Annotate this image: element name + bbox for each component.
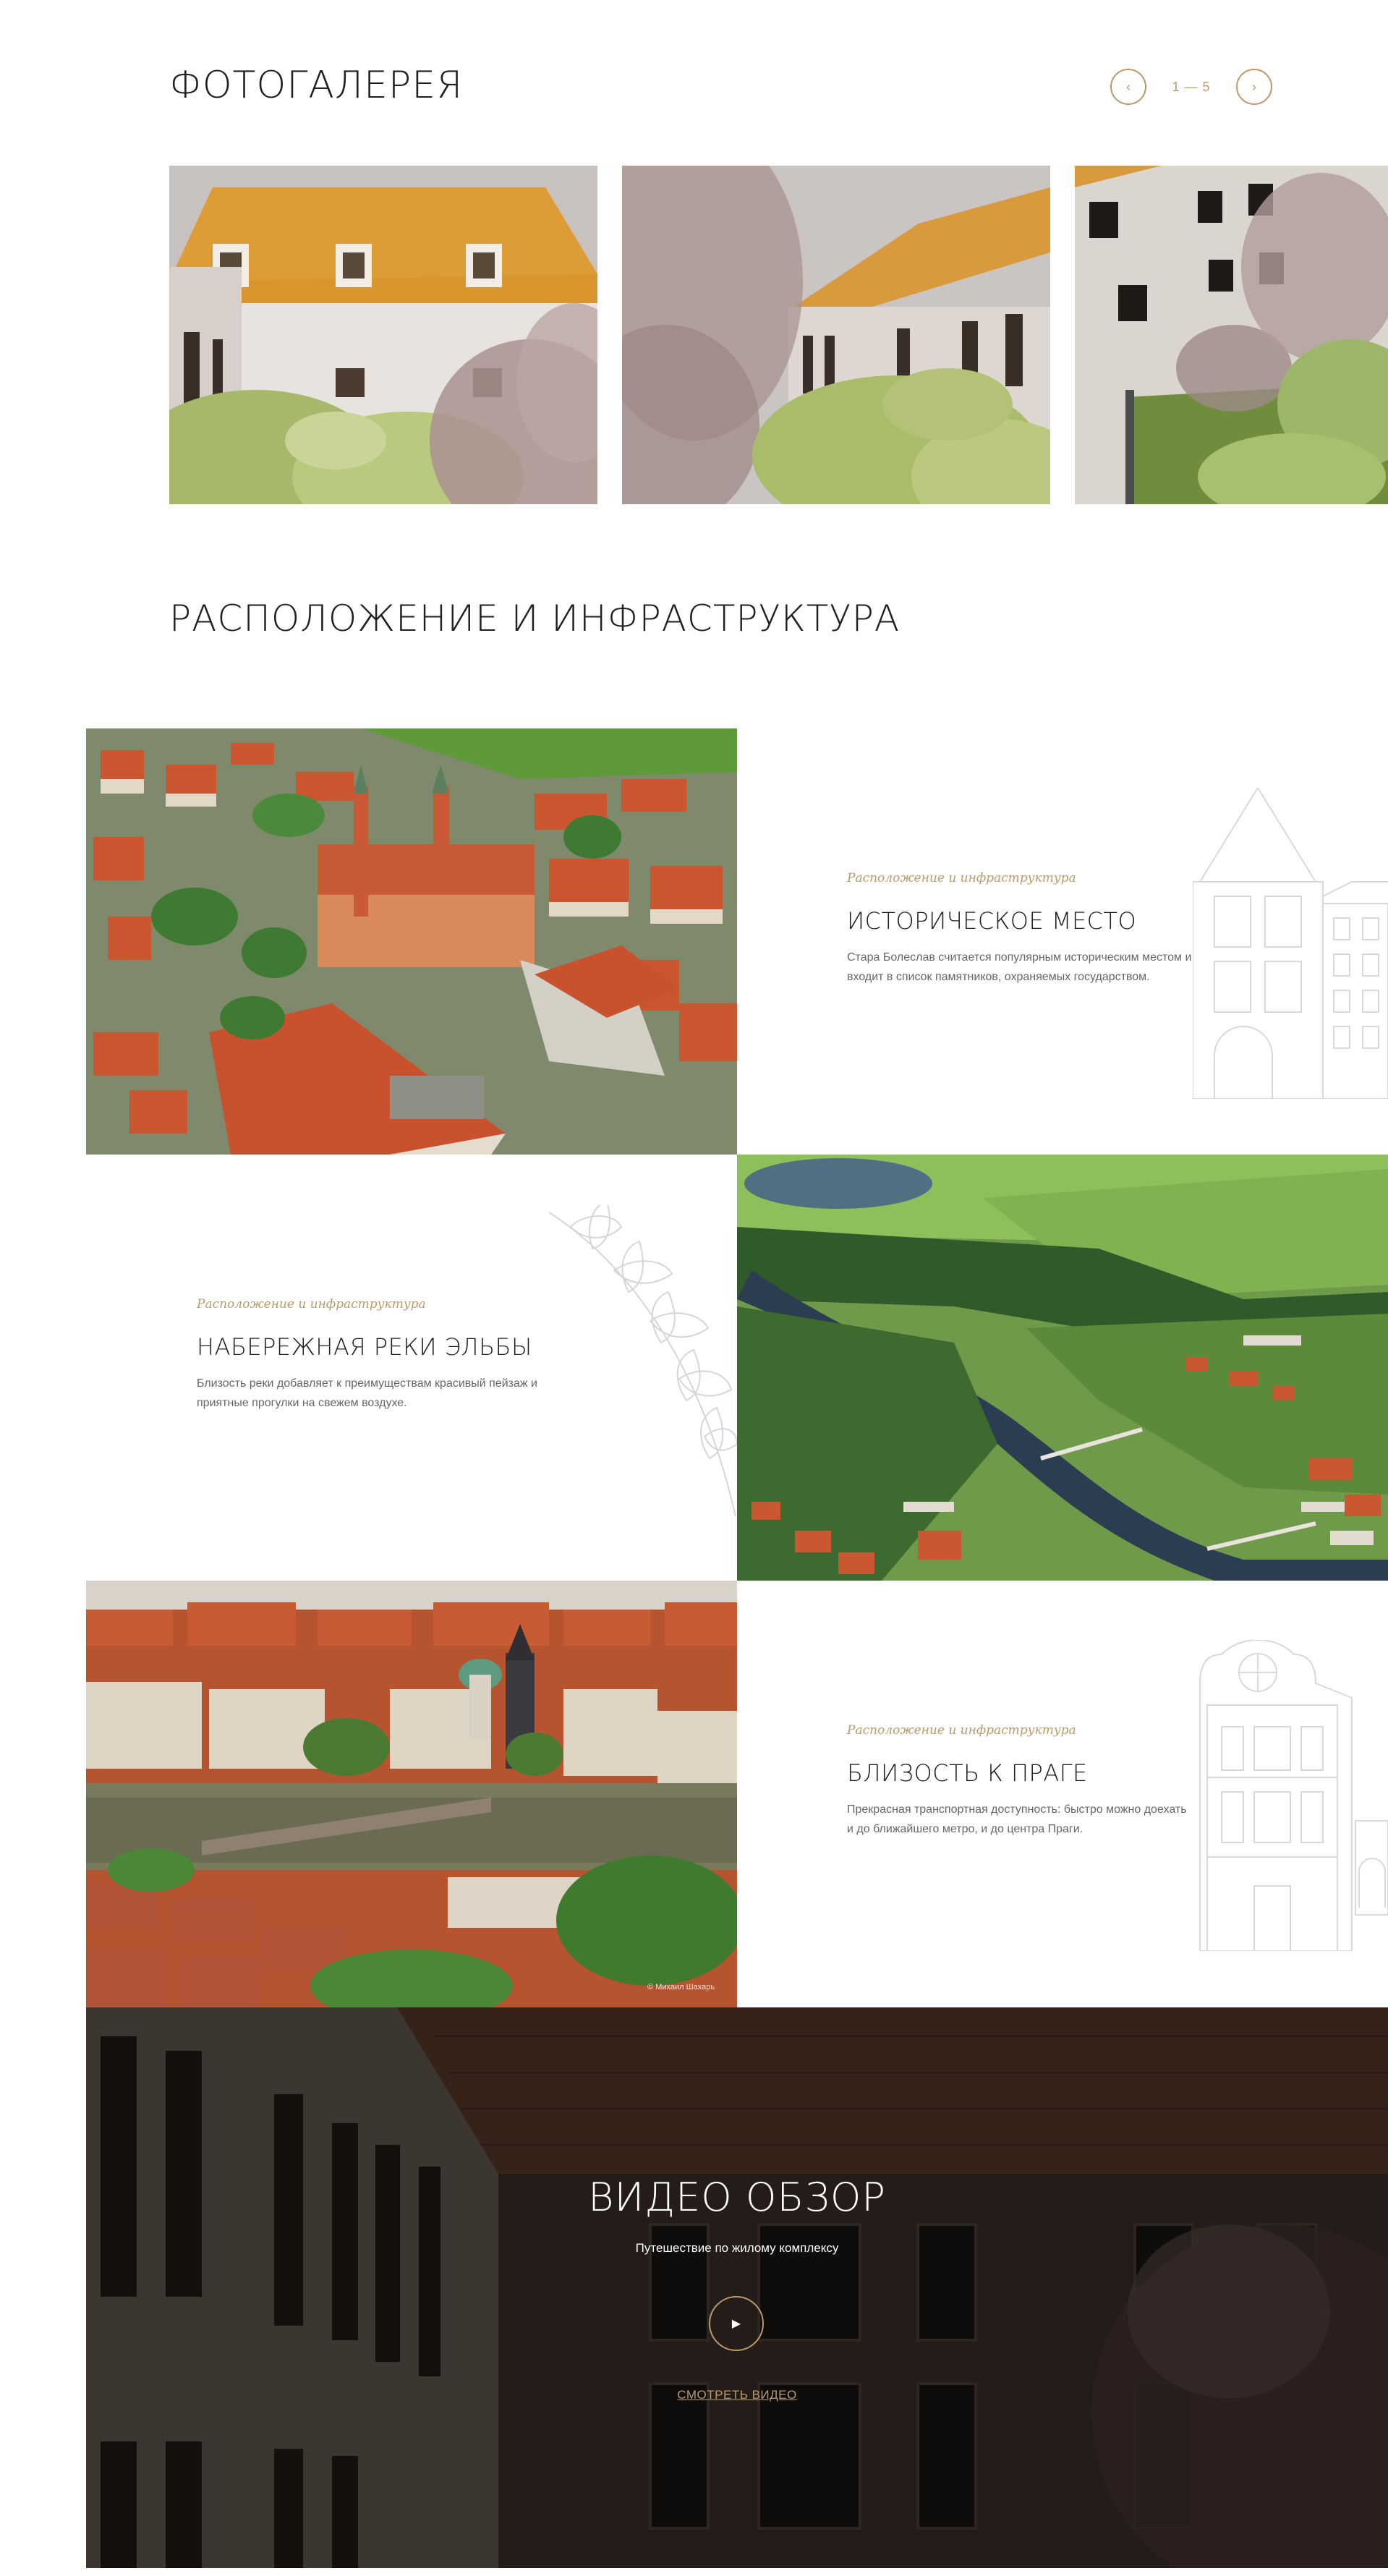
historic-place-photo bbox=[86, 728, 737, 1155]
chevron-right-icon: › bbox=[1252, 79, 1256, 94]
play-button[interactable]: ▶ bbox=[709, 2296, 764, 2351]
photo-credit: © Михаил Шахарь bbox=[647, 1983, 715, 1991]
card-text-line-1: Стара Болеслав считается популярным исто… bbox=[847, 951, 1192, 964]
card-text-line-1: Прекрасная транспортная доступность: быс… bbox=[847, 1803, 1187, 1816]
facade-sketch-decoration bbox=[1199, 1640, 1388, 1951]
card-title: НАБЕРЕЖНАЯ РЕКИ ЭЛЬБЫ bbox=[197, 1333, 532, 1361]
gallery-pager: ‹ 1 — 5 › bbox=[1110, 67, 1272, 107]
gallery-photo-2[interactable] bbox=[622, 166, 1050, 504]
watch-video-link[interactable]: СМОТРЕТЬ ВИДЕО bbox=[86, 2388, 1388, 2402]
card-title: БЛИЗОСТЬ К ПРАГЕ bbox=[847, 1759, 1088, 1787]
elbe-river-photo bbox=[737, 1155, 1388, 1581]
card-title: ИСТОРИЧЕСКОЕ МЕСТО bbox=[847, 907, 1137, 935]
chevron-left-icon: ‹ bbox=[1126, 79, 1131, 94]
video-subtitle: Путешествие по жилому комплексу bbox=[635, 2241, 839, 2255]
gallery-next-button[interactable]: › bbox=[1236, 69, 1272, 105]
card-kicker: Расположение и инфраструктура bbox=[197, 1297, 426, 1312]
card-text-line-1: Близость реки добавляет к преимуществам … bbox=[197, 1377, 537, 1390]
building-sketch-decoration bbox=[1193, 788, 1388, 1099]
card-text-line-2: и до ближайшего метро, и до центра Праги… bbox=[847, 1823, 1083, 1835]
branch-sketch-decoration bbox=[548, 1205, 737, 1517]
gallery-page-count: 1 — 5 bbox=[1172, 79, 1211, 94]
card-text-line-2: входит в список памятников, охраняемых г… bbox=[847, 971, 1150, 983]
gallery-photo-3[interactable] bbox=[1075, 166, 1388, 504]
card-text-line-2: приятные прогулки на свежем воздухе. bbox=[197, 1397, 407, 1409]
video-background bbox=[86, 2007, 1388, 2568]
location-title: РАСПОЛОЖЕНИЕ И ИНФРАСТРУКТУРА bbox=[169, 598, 901, 639]
prague-photo: © Михаил Шахарь bbox=[86, 1581, 737, 2007]
card-kicker: Расположение и инфраструктура bbox=[847, 1723, 1076, 1738]
gallery-photo-1[interactable] bbox=[169, 166, 597, 504]
historic-place-card: Расположение и инфраструктура ИСТОРИЧЕСК… bbox=[737, 728, 1388, 1155]
gallery-prev-button[interactable]: ‹ bbox=[1110, 69, 1146, 105]
prague-proximity-card: Расположение и инфраструктура БЛИЗОСТЬ К… bbox=[737, 1581, 1388, 2007]
elbe-embankment-card: Расположение и инфраструктура НАБЕРЕЖНАЯ… bbox=[86, 1155, 737, 1581]
play-icon: ▶ bbox=[731, 2318, 741, 2330]
card-kicker: Расположение и инфраструктура bbox=[847, 871, 1076, 885]
video-title: ВИДЕО ОБЗОР bbox=[588, 2175, 886, 2220]
gallery-title: ФОТОГАЛЕРЕЯ bbox=[169, 64, 464, 107]
